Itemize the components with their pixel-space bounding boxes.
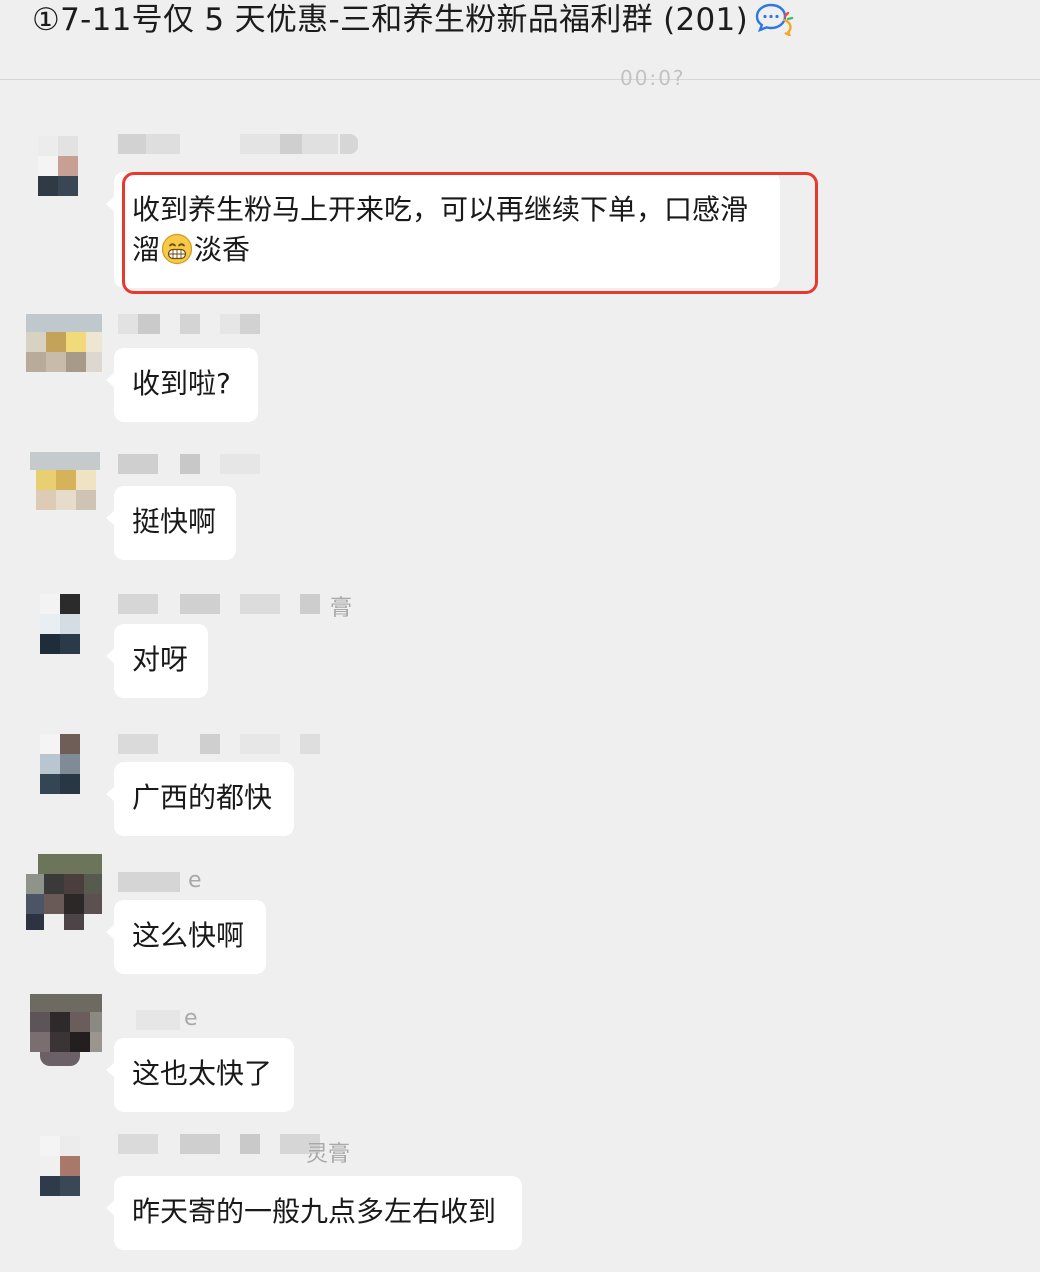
- sender-name-blurred: [118, 734, 328, 756]
- message-text: 广西的都快: [132, 781, 273, 814]
- message-bubble[interactable]: 收到啦?: [106, 348, 258, 422]
- sender-name-blurred: [118, 314, 268, 336]
- sender-name-fragment: 灵膏: [306, 1142, 351, 1167]
- avatar[interactable]: [26, 1136, 102, 1212]
- sender-name-blurred: [118, 454, 268, 476]
- avatar[interactable]: [26, 450, 102, 526]
- sender-name-blurred: e: [118, 1006, 238, 1032]
- group-title-text: ①7-11号仅 5 天优惠-三和养生粉新品福利群 (201): [32, 2, 748, 38]
- message-bubble[interactable]: 挺快啊: [106, 486, 236, 560]
- sender-name-blurred: 灵膏: [118, 1134, 368, 1167]
- avatar[interactable]: [26, 854, 102, 930]
- message-bubble[interactable]: 广西的都快: [106, 762, 294, 836]
- sender-name-fragment: 膏: [330, 596, 353, 621]
- message-bubble[interactable]: 这也太快了: [106, 1038, 294, 1112]
- avatar[interactable]: [26, 130, 102, 206]
- sender-name-fragment: e: [188, 868, 202, 893]
- message-text: 昨天寄的一般九点多左右收到: [132, 1195, 497, 1228]
- message-text: 挺快啊: [132, 505, 217, 538]
- message-text: 这也太快了: [132, 1057, 273, 1090]
- chat-header: ①7-11号仅 5 天优惠-三和养生粉新品福利群 (201): [0, 0, 1040, 80]
- group-title[interactable]: ①7-11号仅 5 天优惠-三和养生粉新品福利群 (201): [32, 0, 794, 42]
- message-text: 对呀: [132, 643, 189, 676]
- avatar[interactable]: [26, 728, 102, 804]
- avatar[interactable]: [26, 312, 102, 388]
- message-bubble[interactable]: 这么快啊: [106, 900, 266, 974]
- chat-bubbles-icon[interactable]: [754, 2, 794, 36]
- sender-name-blurred: e: [118, 868, 238, 894]
- message-text: 收到啦?: [132, 367, 231, 400]
- sender-name-blurred: 膏: [118, 594, 358, 621]
- message-bubble[interactable]: 对呀: [106, 624, 208, 698]
- avatar[interactable]: [26, 992, 102, 1068]
- highlight-annotation-box: [122, 172, 818, 294]
- message-text: 这么快啊: [132, 919, 245, 952]
- message-timestamp: 00:0?: [620, 66, 686, 90]
- message-bubble[interactable]: 昨天寄的一般九点多左右收到: [106, 1176, 522, 1250]
- sender-name-fragment: e: [184, 1006, 198, 1031]
- sender-name-blurred: [118, 134, 368, 156]
- avatar[interactable]: [26, 590, 102, 666]
